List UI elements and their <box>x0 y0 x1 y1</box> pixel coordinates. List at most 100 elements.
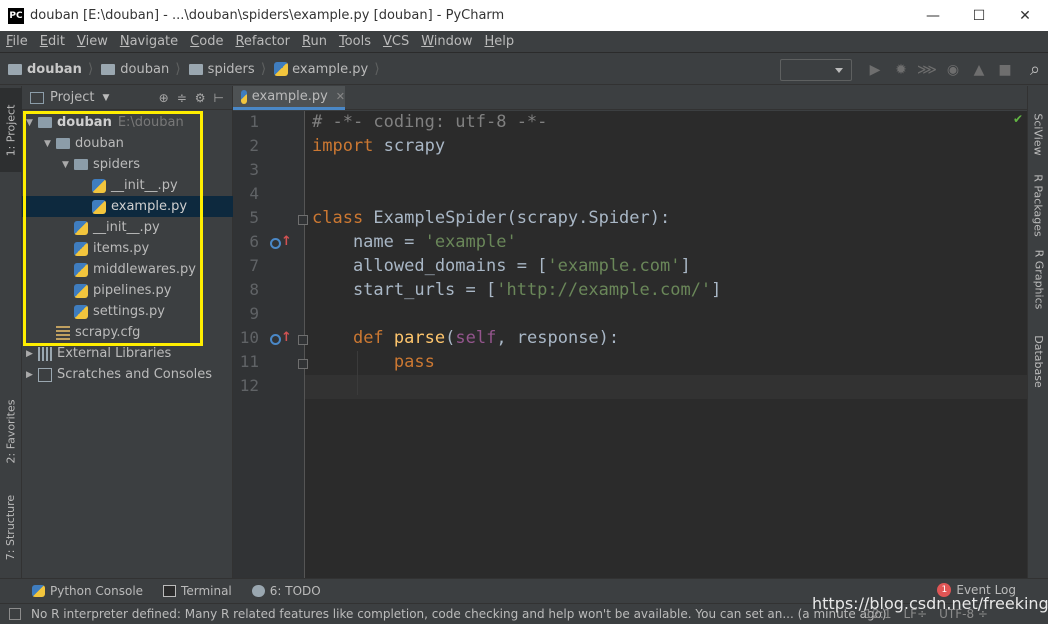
project-panel-header: Project ▼ ⊕ ≑ ⚙ ⊢ <box>22 86 232 110</box>
editor-tab-bar: example.py ✕ <box>233 86 1027 110</box>
gear-icon[interactable]: ⚙ <box>195 91 206 105</box>
tab-r-graphics[interactable]: R Graphics <box>1028 248 1048 310</box>
navigation-bar: douban ⟩ douban ⟩ spiders ⟩ example.py ⟩ ▶ ✹… <box>0 54 1048 85</box>
code-editor[interactable]: 1 2 3 4 5 6 7 8 9 10 11 12 ↑ ↑ # -*- coding: utf-8 -*… <box>233 111 1027 578</box>
watermark-text: https://blog.csdn.net/freeking101 <box>812 594 1048 613</box>
expand-right-icon[interactable]: ▶ <box>26 349 38 359</box>
tree-node-label: Scratches and Consoles <box>57 367 213 382</box>
line-number: 8 <box>249 280 259 299</box>
menu-item[interactable]: Window <box>421 34 472 49</box>
hide-panel-icon[interactable]: ⊢ <box>214 91 224 105</box>
line-number: 10 <box>239 328 259 347</box>
menu-item[interactable]: VCS <box>383 34 409 49</box>
fold-marker-icon[interactable] <box>298 215 308 225</box>
highlight-annotation-box <box>23 111 203 346</box>
coverage-icon[interactable]: ⋙ <box>914 58 940 82</box>
code-line: allowed_domains = ['example.com'] <box>312 256 691 276</box>
close-button[interactable]: ✕ <box>1002 0 1048 31</box>
terminal-button[interactable]: Terminal <box>163 584 232 598</box>
inspection-ok-icon: ✔ <box>1013 112 1024 126</box>
python-file-icon <box>274 62 289 76</box>
debug-icon[interactable]: ✹ <box>888 58 914 82</box>
code-line: # -*- coding: utf-8 -*- <box>312 112 548 132</box>
tree-node[interactable]: ▶ External Libraries <box>22 343 233 364</box>
menu-item[interactable]: Help <box>485 34 515 49</box>
menu-item[interactable]: Code <box>190 34 223 49</box>
close-tab-icon[interactable]: ✕ <box>336 90 345 103</box>
expand-right-icon[interactable]: ▶ <box>26 370 38 380</box>
line-number: 4 <box>249 184 259 203</box>
library-icon <box>38 346 52 361</box>
profile-icon[interactable]: ◉ <box>940 58 966 82</box>
menu-item[interactable]: Edit <box>40 34 65 49</box>
code-line: import scrapy <box>312 136 446 156</box>
override-method-icon[interactable]: ↑ <box>270 234 292 252</box>
tab-example-py[interactable]: example.py ✕ <box>233 86 345 110</box>
breadcrumb-project[interactable]: douban ⟩ <box>8 61 93 77</box>
tab-project[interactable]: 1: Project <box>0 88 22 172</box>
todo-icon <box>251 585 265 597</box>
code-line: def parse(self, response): <box>352 328 620 348</box>
line-number: 2 <box>249 136 259 155</box>
line-number: 7 <box>249 256 259 275</box>
editor-gutter: 1 2 3 4 5 6 7 8 9 10 11 12 ↑ ↑ <box>233 111 308 578</box>
tab-sciview[interactable]: SciView <box>1028 108 1048 160</box>
python-icon <box>32 585 45 597</box>
line-number: 6 <box>249 232 259 251</box>
tab-r-packages[interactable]: R Packages <box>1028 172 1048 238</box>
right-tool-stripe: SciView R Packages R Graphics Database <box>1027 86 1048 578</box>
collapse-all-icon[interactable]: ≑ <box>177 91 187 105</box>
scratch-icon <box>38 367 52 382</box>
folder-icon <box>101 63 116 75</box>
run-configuration-select[interactable] <box>780 58 852 81</box>
code-line: start_urls = ['http://example.com/'] <box>312 280 722 300</box>
menu-item[interactable]: View <box>77 34 108 49</box>
menu-item[interactable]: Navigate <box>120 34 178 49</box>
line-number: 1 <box>249 112 259 131</box>
menu-item[interactable]: Run <box>302 34 327 49</box>
menu-item[interactable]: File <box>6 34 28 49</box>
run-icon[interactable]: ▶ <box>862 58 888 82</box>
status-message[interactable]: No R interpreter defined: Many R related… <box>31 607 887 621</box>
tab-label: example.py <box>251 89 328 104</box>
search-icon[interactable]: ⌕ <box>1022 58 1048 82</box>
tree-node[interactable]: ▶ Scratches and Consoles <box>22 364 233 385</box>
menu-bar: File Edit View Navigate Code Refactor Run Tools… <box>0 31 1048 53</box>
project-view-icon <box>30 91 44 104</box>
code-line: class ExampleSpider(scrapy.Spider): <box>312 208 671 228</box>
left-tool-stripe: 1: Project 2: Favorites 7: Structure <box>0 86 22 578</box>
minimize-button[interactable]: — <box>910 0 956 31</box>
code-line: pass <box>393 352 435 372</box>
menu-item[interactable]: Tools <box>339 34 371 49</box>
tool-window-toggle-icon[interactable] <box>9 608 21 620</box>
breadcrumb-file[interactable]: example.py ⟩ <box>274 61 380 77</box>
concurrency-icon[interactable]: ▲ <box>966 58 992 82</box>
fold-marker-icon[interactable] <box>298 335 308 345</box>
tab-database[interactable]: Database <box>1028 326 1048 396</box>
window-title: douban [E:\douban] - ...\douban\spiders\… <box>30 8 505 23</box>
line-number: 9 <box>249 304 259 323</box>
tab-structure[interactable]: 7: Structure <box>0 482 22 572</box>
stop-icon[interactable]: ■ <box>992 58 1018 82</box>
line-number: 11 <box>239 352 259 371</box>
breadcrumb-spiders[interactable]: spiders ⟩ <box>188 61 266 77</box>
maximize-button[interactable]: ☐ <box>956 0 1002 31</box>
code-line: name = 'example' <box>312 232 517 252</box>
line-number: 5 <box>249 208 259 227</box>
python-console-button[interactable]: Python Console <box>32 584 143 598</box>
override-method-icon[interactable]: ↑ <box>270 330 292 348</box>
todo-button[interactable]: 6: TODO <box>251 584 321 598</box>
chevron-down-icon[interactable]: ▼ <box>102 93 109 103</box>
tab-favorites[interactable]: 2: Favorites <box>0 386 22 476</box>
locate-file-icon[interactable]: ⊕ <box>159 91 169 105</box>
folder-icon <box>8 63 22 75</box>
menu-item[interactable]: Refactor <box>235 34 290 49</box>
line-number: 3 <box>249 160 259 179</box>
pycharm-logo-icon: PC <box>8 7 24 24</box>
title-bar: PC douban [E:\douban] - ...\douban\spide… <box>0 0 1048 31</box>
tree-node-label: External Libraries <box>57 346 172 361</box>
project-view-select[interactable]: Project <box>50 90 94 105</box>
python-file-icon <box>241 89 247 104</box>
breadcrumb-package[interactable]: douban ⟩ <box>101 61 181 77</box>
fold-marker-icon[interactable] <box>298 359 308 369</box>
